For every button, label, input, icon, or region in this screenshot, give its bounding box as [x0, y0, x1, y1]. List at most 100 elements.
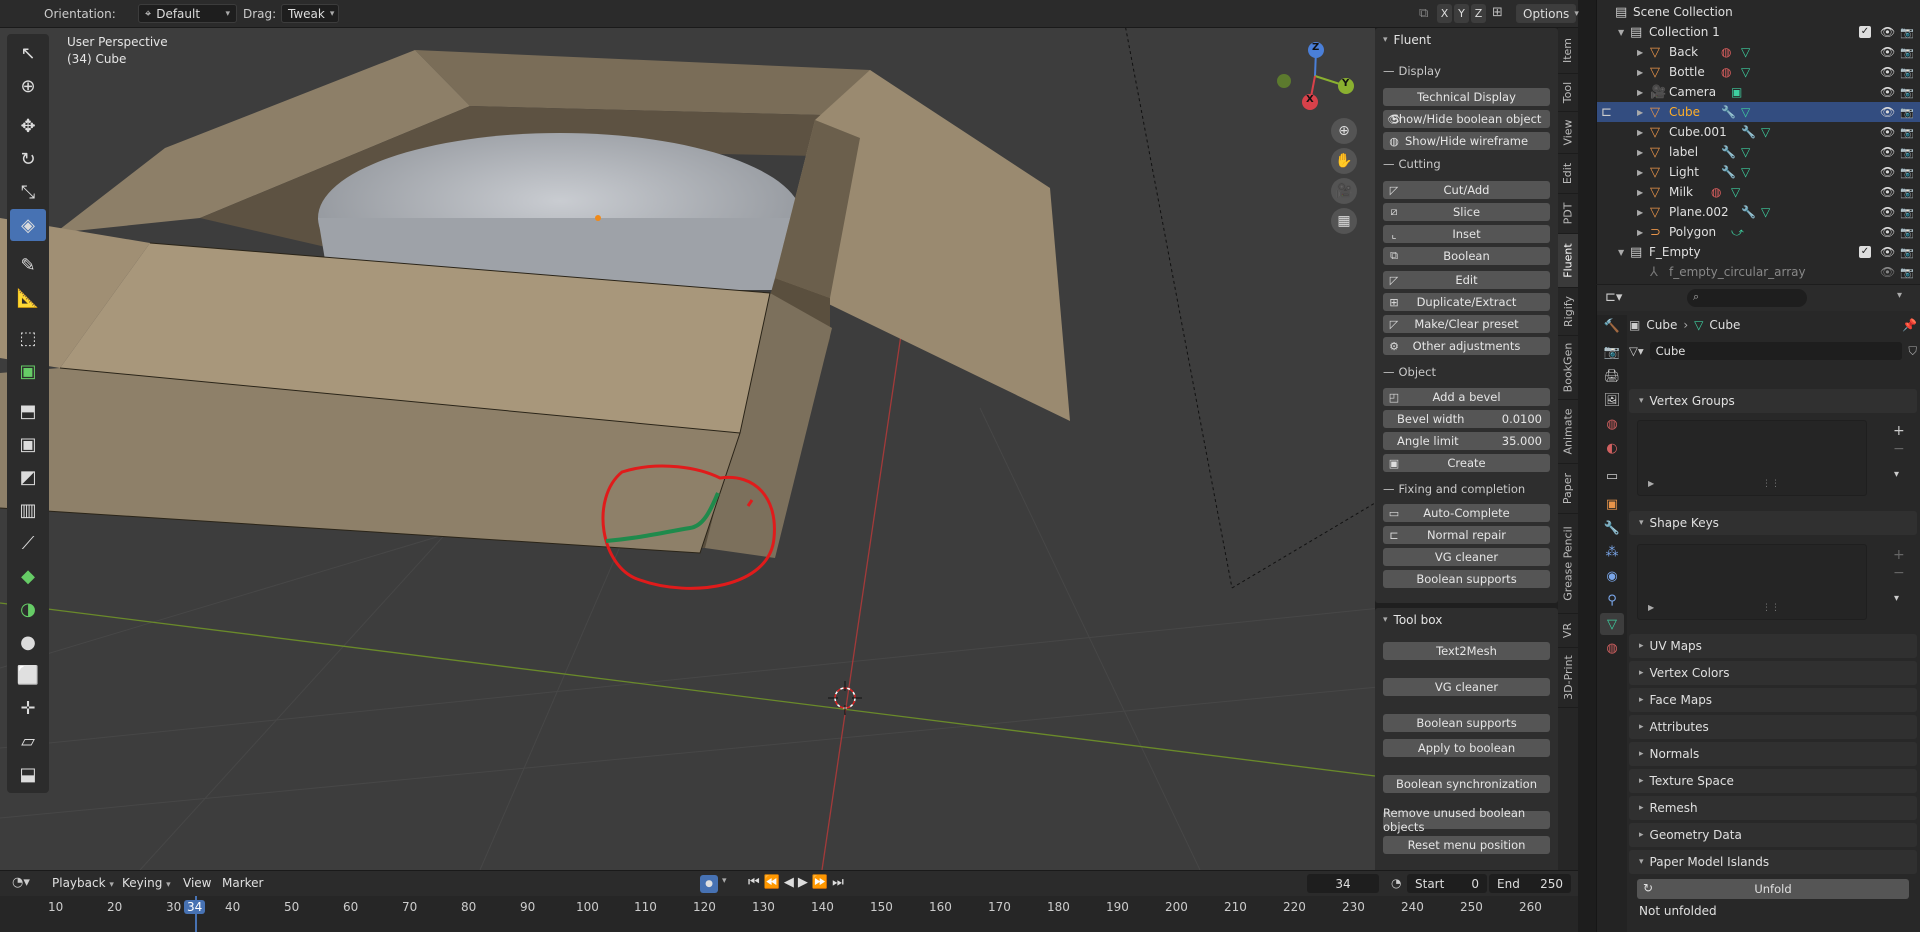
- end-frame-field[interactable]: End 250: [1489, 874, 1571, 893]
- checkbox-icon[interactable]: ✓: [1859, 26, 1871, 38]
- eye-icon[interactable]: 👁: [1880, 145, 1895, 159]
- physics-icon[interactable]: ◉: [1600, 565, 1624, 587]
- tab-tool[interactable]: Tool: [1558, 74, 1578, 112]
- eye-icon[interactable]: 👁: [1880, 85, 1895, 99]
- pan-hand-icon[interactable]: ✋: [1331, 148, 1357, 174]
- camera-render-icon[interactable]: 📷: [1900, 166, 1914, 179]
- scene-collection-row[interactable]: ▤ Scene Collection: [1597, 2, 1920, 22]
- camera-render-icon[interactable]: 📷: [1900, 186, 1914, 199]
- rip-region-icon[interactable]: ⬓: [10, 758, 46, 790]
- scale-icon[interactable]: ⤡: [10, 176, 46, 208]
- record-icon[interactable]: ●: [700, 875, 718, 893]
- shape-keys-section[interactable]: ▾ Shape Keys: [1629, 511, 1917, 535]
- shrink-fatten-icon[interactable]: ✛: [10, 692, 46, 724]
- shape-keys-list[interactable]: ▶ ⋮⋮: [1637, 544, 1867, 620]
- tab-bookgen[interactable]: BookGen: [1558, 336, 1578, 400]
- expand-icon[interactable]: ▶: [1648, 603, 1654, 612]
- tab-fluent[interactable]: Fluent: [1558, 234, 1578, 288]
- boolean-button[interactable]: ⧉ Boolean: [1383, 247, 1550, 265]
- boolean-supports-button[interactable]: Boolean supports: [1383, 570, 1550, 588]
- geometry-data-section[interactable]: ▸ Geometry Data: [1629, 823, 1917, 847]
- resize-handle-icon[interactable]: ⋮⋮: [1762, 479, 1780, 489]
- clock-editor-icon[interactable]: ◔▾: [12, 875, 30, 890]
- outliner-item-light[interactable]: ▶ ▽ Light 🔧 ▽ 👁 📷: [1597, 162, 1920, 182]
- eye-icon[interactable]: 👁: [1880, 245, 1895, 259]
- remove-icon[interactable]: −: [1893, 565, 1905, 581]
- current-frame-field[interactable]: 34: [1307, 874, 1379, 893]
- object-header[interactable]: — Object: [1375, 362, 1436, 382]
- chevron-down-icon[interactable]: ▾: [722, 876, 727, 886]
- eye-icon[interactable]: 👁: [1880, 185, 1895, 199]
- cut-add-button[interactable]: ◸ Cut/Add: [1383, 181, 1550, 199]
- eye-icon[interactable]: 👁: [1880, 165, 1895, 179]
- select-arrow-icon[interactable]: ↖: [10, 37, 46, 69]
- collection1-row[interactable]: ▼ ▤ Collection 1 ✓ 👁 📷: [1597, 22, 1920, 42]
- toolbox-vg-cleaner-button[interactable]: VG cleaner: [1383, 678, 1550, 696]
- camera-render-icon[interactable]: 📷: [1900, 146, 1914, 159]
- move-icon[interactable]: ✥: [10, 110, 46, 142]
- eye-icon[interactable]: 👁: [1880, 125, 1895, 139]
- axis-z-toggle[interactable]: Z: [1471, 4, 1486, 23]
- measure-icon[interactable]: 📐: [10, 282, 46, 314]
- mirror-icon[interactable]: ⧉: [1419, 6, 1428, 21]
- current-frame-marker[interactable]: 34: [184, 900, 206, 914]
- fixing-header[interactable]: — Fixing and completion: [1375, 479, 1525, 499]
- camera-render-icon[interactable]: 📷: [1900, 206, 1914, 219]
- collection-icon[interactable]: ▭: [1600, 465, 1624, 487]
- f-empty-row[interactable]: ▼ ▤ F_Empty ✓ 👁 📷: [1597, 242, 1920, 262]
- search-input[interactable]: ⌕: [1687, 289, 1807, 307]
- pin-icon[interactable]: 📌: [1902, 318, 1917, 332]
- axis-x-toggle[interactable]: X: [1437, 4, 1452, 23]
- camera-render-icon[interactable]: 📷: [1900, 46, 1914, 59]
- options-dropdown[interactable]: Options ▾: [1516, 4, 1579, 23]
- resize-handle-icon[interactable]: ⋮⋮: [1762, 603, 1780, 613]
- angle-limit-field[interactable]: Angle limit 35.000: [1383, 432, 1550, 450]
- outliner-item-milk[interactable]: ▶ ▽ Milk ◍ ▽ 👁 📷: [1597, 182, 1920, 202]
- particles-icon[interactable]: ⁂: [1600, 541, 1624, 563]
- eye-icon[interactable]: 👁: [1880, 45, 1895, 59]
- create-button[interactable]: ▣ Create: [1383, 454, 1550, 472]
- remesh-section[interactable]: ▸ Remesh: [1629, 796, 1917, 820]
- face-maps-section[interactable]: ▸ Face Maps: [1629, 688, 1917, 712]
- unfold-button[interactable]: ↻ Unfold: [1637, 879, 1909, 899]
- mesh-data-icon[interactable]: ▽: [1600, 613, 1624, 635]
- axis-y-toggle[interactable]: Y: [1454, 4, 1469, 23]
- inset-faces-icon[interactable]: ▣: [10, 428, 46, 460]
- tab-edit[interactable]: Edit: [1558, 154, 1578, 194]
- camera-render-icon[interactable]: 📷: [1900, 66, 1914, 79]
- fluent-panel-header[interactable]: ▾ Fluent: [1375, 28, 1558, 52]
- outliner-item-camera[interactable]: ▶ 🎥 Camera ▣ 👁 📷: [1597, 82, 1920, 102]
- playback-controls[interactable]: ⏮⏪◀▶⏩⏭: [748, 875, 848, 890]
- technical-display-button[interactable]: Technical Display: [1383, 88, 1550, 106]
- texture-space-section[interactable]: ▸ Texture Space: [1629, 769, 1917, 793]
- paper-model-section[interactable]: ▾ Paper Model Islands: [1629, 850, 1917, 874]
- navigation-gizmo[interactable]: Z Y X: [1270, 36, 1360, 126]
- normals-section[interactable]: ▸ Normals: [1629, 742, 1917, 766]
- f-empty-child-row[interactable]: ⅄ f_empty_circular_array 👁 📷: [1597, 262, 1920, 282]
- cutting-header[interactable]: — Cutting: [1375, 154, 1441, 174]
- loop-cut-icon[interactable]: ▥: [10, 494, 46, 526]
- chevron-down-icon[interactable]: ▾: [1894, 593, 1899, 604]
- orientation-dropdown[interactable]: ⌖ Default ▾: [138, 4, 237, 23]
- spin-icon[interactable]: ◑: [10, 593, 46, 625]
- cursor-icon[interactable]: ⊕: [10, 70, 46, 102]
- transform-icon[interactable]: ◈: [10, 209, 46, 241]
- annotate-icon[interactable]: ✎: [10, 249, 46, 281]
- add-icon[interactable]: +: [1893, 547, 1905, 563]
- reset-menu-button[interactable]: Reset menu position: [1383, 836, 1550, 854]
- world-icon[interactable]: ◐: [1600, 437, 1624, 459]
- camera-render-icon[interactable]: 📷: [1900, 126, 1914, 139]
- timeline[interactable]: 10 20 30 34 40 50 60 70 80 90 100 110 12…: [0, 896, 1578, 932]
- poly-build-icon[interactable]: ◆: [10, 560, 46, 592]
- add-cube-green-icon[interactable]: ▣: [10, 355, 46, 387]
- inset-button[interactable]: ⌞ Inset: [1383, 225, 1550, 243]
- zoom-icon[interactable]: ⊕: [1331, 118, 1357, 144]
- vertex-groups-section[interactable]: ▾ Vertex Groups: [1629, 389, 1917, 413]
- uv-maps-section[interactable]: ▸ UV Maps: [1629, 634, 1917, 658]
- shear-icon[interactable]: ▱: [10, 725, 46, 757]
- camera-render-icon[interactable]: 📷: [1900, 106, 1914, 119]
- edge-slide-icon[interactable]: ⬜: [10, 659, 46, 691]
- smooth-icon[interactable]: ●: [10, 626, 46, 658]
- add-bevel-button[interactable]: ◰ Add a bevel: [1383, 388, 1550, 406]
- camera-render-icon[interactable]: 📷: [1900, 86, 1914, 99]
